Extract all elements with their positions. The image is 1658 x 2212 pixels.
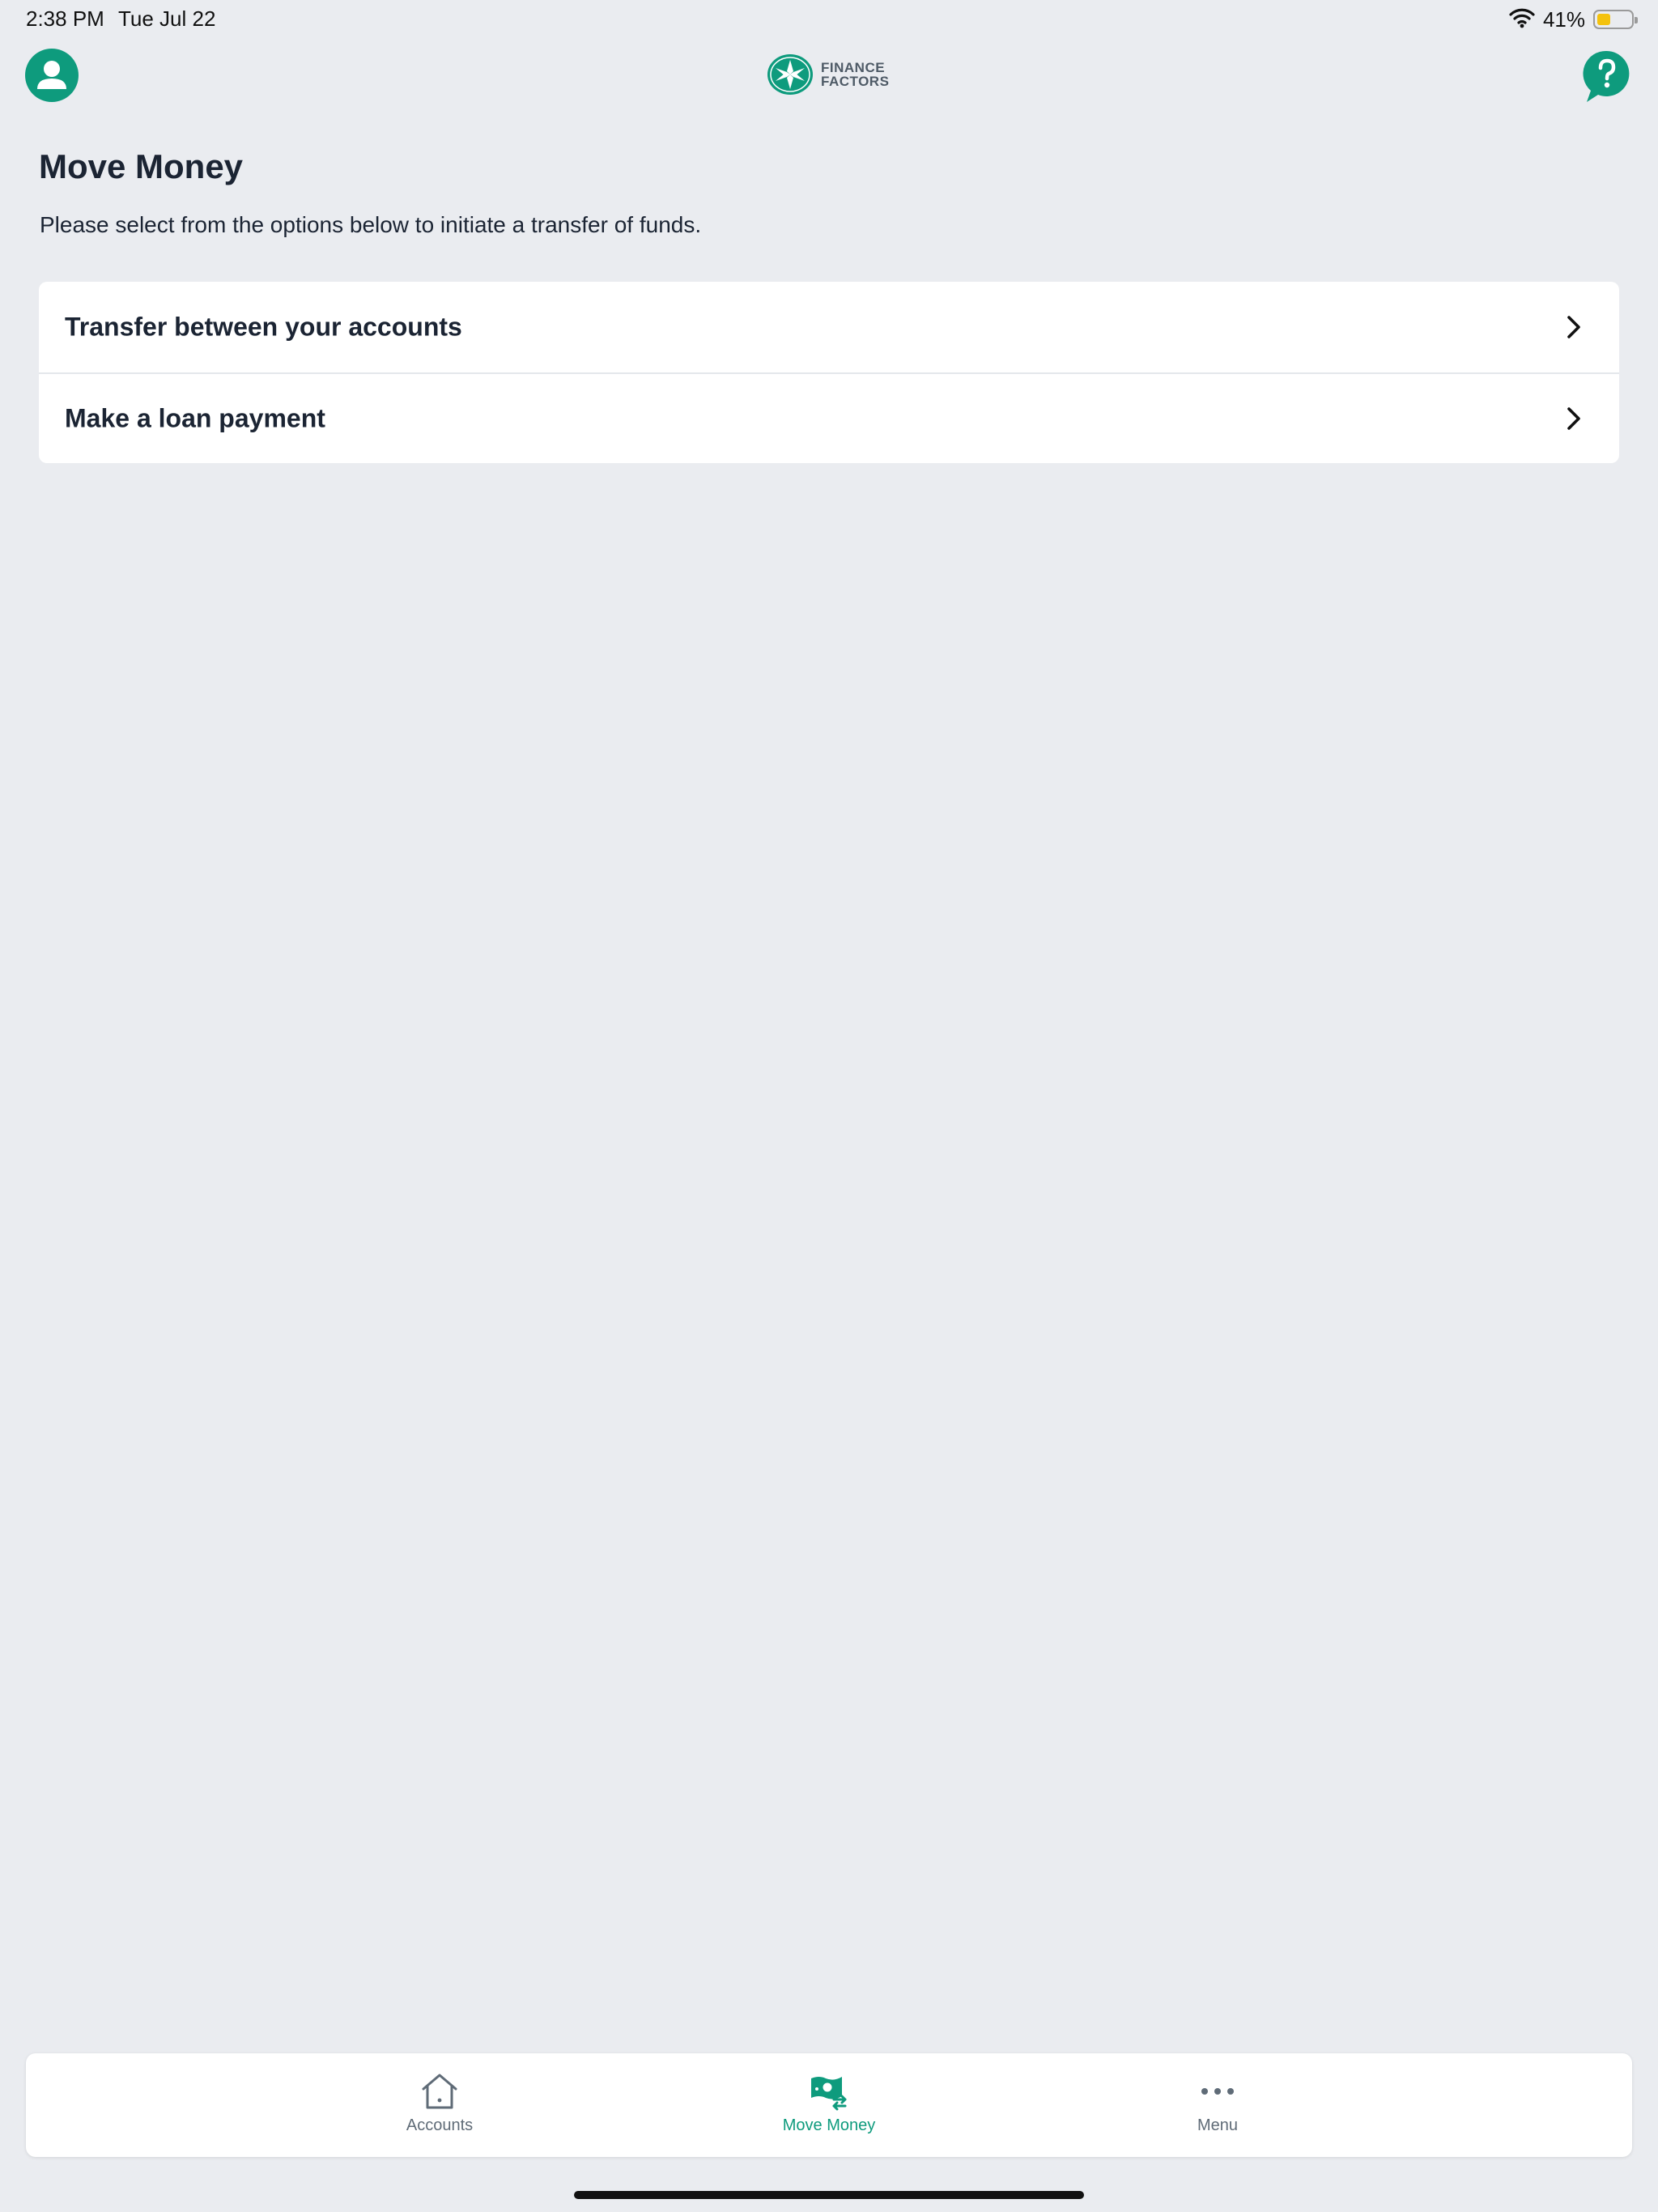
home-icon (419, 2071, 461, 2112)
home-indicator[interactable] (574, 2191, 1084, 2199)
user-icon (37, 61, 66, 89)
page-subtitle: Please select from the options below to … (40, 212, 702, 237)
logo-emblem-icon (767, 54, 813, 95)
transfer-between-accounts-option[interactable]: Transfer between your accounts (39, 282, 1619, 372)
tab-menu[interactable]: Menu (1120, 2053, 1315, 2157)
logo-wordmark: FINANCE FACTORS (821, 61, 889, 88)
wifi-icon (1509, 7, 1535, 32)
chevron-right-icon (1567, 407, 1580, 430)
status-date: Tue Jul 22 (118, 6, 216, 31)
make-loan-payment-option[interactable]: Make a loan payment (39, 372, 1619, 463)
money-transfer-icon (808, 2071, 850, 2112)
status-bar: 2:38 PM Tue Jul 22 41% (0, 0, 1658, 39)
transfer-options-list: Transfer between your accounts Make a lo… (39, 282, 1619, 463)
page-title: Move Money (39, 147, 244, 185)
logo-line-2: FACTORS (821, 74, 890, 89)
chevron-right-icon (1567, 316, 1580, 338)
battery-cap (1635, 17, 1638, 23)
bottom-tab-bar: Accounts Move Money Menu (26, 2053, 1632, 2157)
tab-accounts[interactable]: Accounts (342, 2053, 537, 2157)
status-indicators: 41% (1509, 6, 1638, 32)
profile-button[interactable] (25, 49, 79, 102)
logo-line-1: FINANCE (821, 60, 886, 75)
tab-label: Move Money (782, 2116, 876, 2134)
tab-label: Menu (1197, 2116, 1239, 2134)
help-button[interactable] (1582, 49, 1632, 105)
help-chat-icon (1583, 50, 1630, 102)
status-time: 2:38 PM (26, 6, 104, 31)
more-dots-icon (1197, 2071, 1239, 2112)
option-label: Make a loan payment (65, 403, 325, 433)
battery-icon (1593, 10, 1638, 29)
tab-move-money[interactable]: Move Money (732, 2053, 926, 2157)
tab-label: Accounts (406, 2116, 474, 2134)
app-header: FINANCE FACTORS (0, 45, 1658, 104)
option-label: Transfer between your accounts (65, 312, 462, 342)
battery-percent: 41% (1542, 6, 1585, 32)
battery-level-fill (1597, 14, 1610, 25)
finance-factors-logo: FINANCE FACTORS (766, 52, 889, 97)
move-money-screen: 2:38 PM Tue Jul 22 41% FINANCE FACTORS M… (0, 0, 1658, 2212)
